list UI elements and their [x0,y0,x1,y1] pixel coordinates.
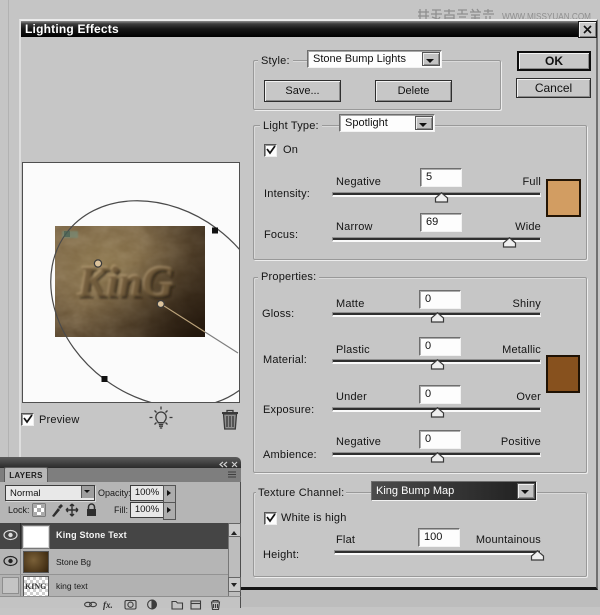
svg-text:fx.: fx. [103,600,113,610]
svg-text:KinG: KinG [77,259,174,306]
